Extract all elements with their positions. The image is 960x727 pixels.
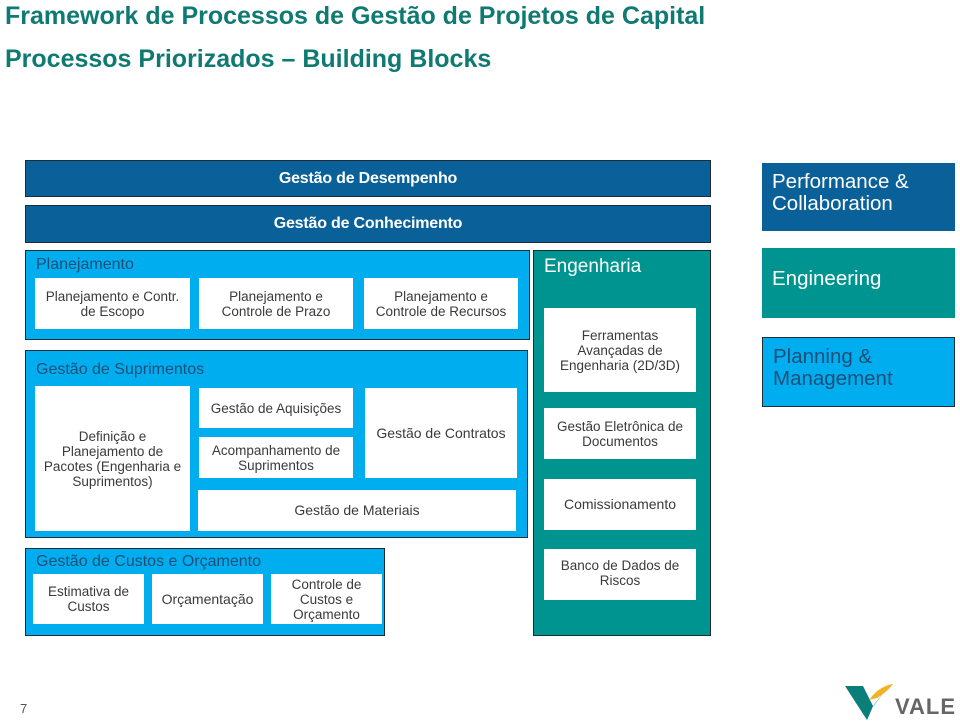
box-recursos: Planejamento e Controle de Recursos — [364, 278, 518, 329]
box-ferramentas: Ferramentas Avançadas de Engenharia (2D/… — [544, 308, 696, 392]
page-number: 7 — [20, 701, 28, 716]
box-acompanhamento: Acompanhamento de Suprimentos — [199, 437, 353, 478]
box-orcamentacao: Orçamentação — [152, 574, 263, 624]
bar-gestao-desempenho: Gestão de Desempenho — [25, 160, 711, 197]
vale-v-icon — [845, 684, 893, 720]
box-materiais: Gestão de Materiais — [198, 490, 516, 531]
box-comissionamento: Comissionamento — [544, 479, 696, 530]
group-label-custos: Gestão de Custos e Orçamento — [36, 553, 261, 570]
box-estimativa: Estimativa de Custos — [33, 574, 144, 624]
legend-planning-management: Planning & Management — [762, 337, 955, 407]
box-contratos: Gestão de Contratos — [365, 388, 517, 478]
box-aquisicoes: Gestão de Aquisições — [199, 388, 353, 428]
box-ged: Gestão Eletrônica de Documentos — [544, 408, 696, 459]
group-suprimentos: Gestão de Suprimentos Definição e Planej… — [25, 350, 528, 538]
box-banco-riscos: Banco de Dados de Riscos — [544, 549, 696, 600]
legend-engineering: Engineering — [762, 248, 955, 318]
box-definicao-pacotes: Definição e Planejamento de Pacotes (Eng… — [35, 386, 190, 531]
group-label-suprimentos: Gestão de Suprimentos — [36, 361, 205, 378]
box-escopo: Planejamento e Contr. de Escopo — [35, 278, 190, 329]
vale-logo-text: VALE — [895, 694, 957, 719]
group-label-planejamento: Planejamento — [36, 256, 134, 273]
vale-logo: VALE — [843, 680, 955, 724]
group-custos: Gestão de Custos e Orçamento Estimativa … — [25, 548, 385, 636]
group-engenharia: Engenharia Ferramentas Avançadas de Enge… — [533, 250, 711, 636]
group-label-engenharia: Engenharia — [544, 256, 642, 277]
group-planejamento: Planejamento Planejamento e Contr. de Es… — [25, 250, 530, 340]
slide-title: Framework de Processos de Gestão de Proj… — [5, 2, 706, 30]
slide-subtitle: Processos Priorizados – Building Blocks — [5, 45, 492, 73]
box-prazo: Planejamento e Controle de Prazo — [199, 278, 353, 329]
bar-gestao-conhecimento: Gestão de Conhecimento — [25, 205, 711, 243]
box-controle-custos: Controle de Custos e Orçamento — [271, 574, 382, 624]
legend-performance-collaboration: Performance & Collaboration — [762, 163, 955, 231]
